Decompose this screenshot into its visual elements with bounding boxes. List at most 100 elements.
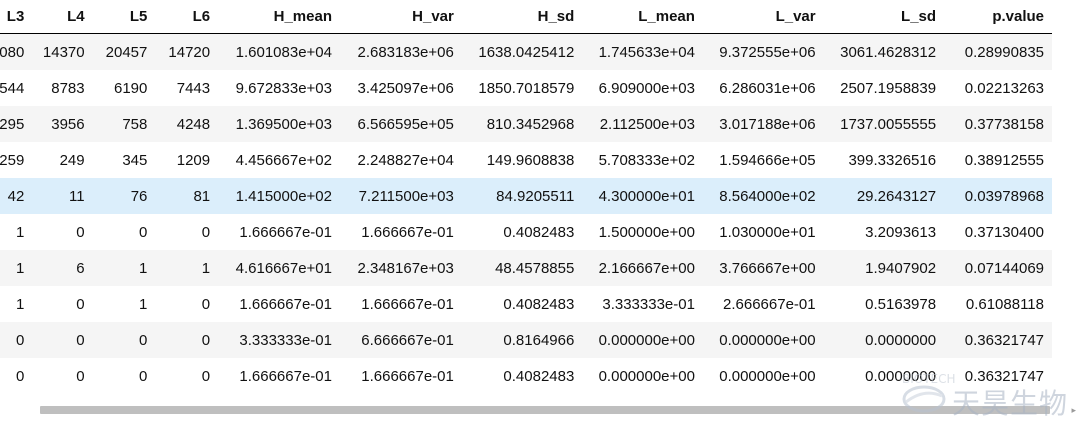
table-cell: 42: [0, 178, 33, 214]
table-cell: 399.3326516: [823, 142, 945, 178]
table-cell: 249: [32, 142, 93, 178]
table-cell: 3.017188e+06: [702, 106, 824, 142]
table-cell: 14720: [155, 33, 219, 70]
scroll-right-arrow-icon[interactable]: ▸: [1071, 404, 1076, 416]
table-cell: 1.666667e-01: [339, 286, 462, 322]
table-cell: 84.9205511: [461, 178, 583, 214]
table-cell: 0.02213263: [944, 70, 1052, 106]
table-row[interactable]: 3295395675842481.369500e+036.566595e+058…: [0, 106, 1052, 142]
table-cell: 1: [0, 214, 33, 250]
horizontal-scrollbar[interactable]: ▸: [0, 402, 1080, 416]
table-cell: 3061.4628312: [823, 33, 945, 70]
table-cell: 81: [155, 178, 219, 214]
table-cell: 0: [155, 322, 219, 358]
table-cell: 1.594666e+05: [702, 142, 824, 178]
table-cell: 0.03978968: [944, 178, 1052, 214]
table-cell: 0.36321747: [944, 322, 1052, 358]
table-cell: 4248: [155, 106, 219, 142]
table-cell: 0: [32, 358, 93, 394]
table-cell: 11: [32, 178, 93, 214]
column-header: H_mean: [218, 0, 340, 34]
table-cell: 7443: [155, 70, 219, 106]
table-cell: 7.211500e+03: [339, 178, 462, 214]
table-row[interactable]: 75448783619074439.672833e+033.425097e+06…: [0, 70, 1052, 106]
table-row[interactable]: 170801437020457147201.601083e+042.683183…: [0, 33, 1052, 70]
table-cell: 0.4082483: [461, 358, 583, 394]
table-cell: 1.666667e-01: [339, 214, 462, 250]
table-cell: 0.36321747: [944, 358, 1052, 394]
table-cell: 0: [92, 322, 156, 358]
table-cell: 3.2093613: [823, 214, 945, 250]
table-cell: 1.369500e+03: [218, 106, 340, 142]
table-cell: 2.666667e-01: [702, 286, 824, 322]
table-cell: 1.500000e+00: [582, 214, 703, 250]
column-header: L4: [32, 0, 93, 34]
table-cell: 0.000000e+00: [702, 358, 824, 394]
table-cell: 0.000000e+00: [702, 322, 824, 358]
table-cell: 8783: [32, 70, 93, 106]
table-body: 170801437020457147201.601083e+042.683183…: [0, 33, 1052, 394]
table-cell: 6: [32, 250, 93, 286]
table-cell: 3.333333e-01: [218, 322, 340, 358]
table-cell: 0.5163978: [823, 286, 945, 322]
table-cell: 2507.1958839: [823, 70, 945, 106]
table-row[interactable]: 0 0 0 0 3.333333e-01 6.666667e-01 0.8164966 0.0…: [0, 322, 1052, 358]
table-cell: 0: [92, 358, 156, 394]
table-cell: 48.4578855: [461, 250, 583, 286]
table-cell: 1: [0, 250, 33, 286]
table-cell: 3.333333e-01: [582, 286, 703, 322]
table-cell: 1.745633e+04: [582, 33, 703, 70]
table-cell: 1850.7018579: [461, 70, 583, 106]
table-cell: 2.248827e+04: [339, 142, 462, 178]
table-cell: 0: [155, 286, 219, 322]
table-cell: 8.564000e+02: [702, 178, 824, 214]
table-cell: 6.286031e+06: [702, 70, 824, 106]
table-cell: 0.4082483: [461, 214, 583, 250]
table-cell: 345: [92, 142, 156, 178]
table-cell: 9.672833e+03: [218, 70, 340, 106]
table-cell: 0.4082483: [461, 286, 583, 322]
table-cell: 2.348167e+03: [339, 250, 462, 286]
table-cell: 1: [92, 286, 156, 322]
column-header: L5: [92, 0, 156, 34]
table-row[interactable]: 1 6 1 1 4.616667e+01 2.348167e+03 48.4578855 2.…: [0, 250, 1052, 286]
table-cell: 149.9608838: [461, 142, 583, 178]
table-row[interactable]: 125924934512094.456667e+022.248827e+0414…: [0, 142, 1052, 178]
table-cell: 9.372555e+06: [702, 33, 824, 70]
table-cell: 1.666667e-01: [218, 286, 340, 322]
table-row[interactable]: 42 11 76 81 1.415000e+02 7.211500e+03 84.92055…: [0, 178, 1052, 214]
table-row[interactable]: 0 0 0 0 1.666667e-01 1.666667e-01 0.4082483 0.0…: [0, 358, 1052, 394]
column-header: H_sd: [461, 0, 583, 34]
table-row[interactable]: 1 0 1 0 1.666667e-01 1.666667e-01 0.4082483 3.3…: [0, 286, 1052, 322]
table-cell: 0.000000e+00: [582, 358, 703, 394]
table-cell: 1209: [155, 142, 219, 178]
table-cell: 6190: [92, 70, 156, 106]
table-cell: 1: [155, 250, 219, 286]
table-cell: 3.425097e+06: [339, 70, 462, 106]
table-cell: 1.666667e-01: [218, 358, 340, 394]
table-cell: 2.112500e+03: [582, 106, 703, 142]
horizontal-scrollbar-thumb[interactable]: [40, 406, 1050, 414]
table-cell: 0.8164966: [461, 322, 583, 358]
table-cell: 0.000000e+00: [582, 322, 703, 358]
table-cell: 14370: [32, 33, 93, 70]
table-cell: 17080: [0, 33, 33, 70]
table-cell: 2.683183e+06: [339, 33, 462, 70]
column-header: L_sd: [823, 0, 945, 34]
column-header: L_mean: [582, 0, 703, 34]
table-cell: 0.38912555: [944, 142, 1052, 178]
table-cell: 29.2643127: [823, 178, 945, 214]
table-cell: 4.300000e+01: [582, 178, 703, 214]
table-cell: 6.909000e+03: [582, 70, 703, 106]
table-cell: 1.666667e-01: [218, 214, 340, 250]
table-cell: 758: [92, 106, 156, 142]
table-cell: 0: [92, 214, 156, 250]
table-cell: 0.37738158: [944, 106, 1052, 142]
table-cell: 1: [92, 250, 156, 286]
table-cell: 0.28990835: [944, 33, 1052, 70]
table-row[interactable]: 1 0 0 0 1.666667e-01 1.666667e-01 0.4082483 1.5…: [0, 214, 1052, 250]
dataframe-viewport: L3 L4 L5 L6 H_mean H_var H_sd L_mean L_var L_sd p.…: [0, 0, 1080, 398]
table-cell: 6.566595e+05: [339, 106, 462, 142]
table-cell: 3956: [32, 106, 93, 142]
table-cell: 5.708333e+02: [582, 142, 703, 178]
